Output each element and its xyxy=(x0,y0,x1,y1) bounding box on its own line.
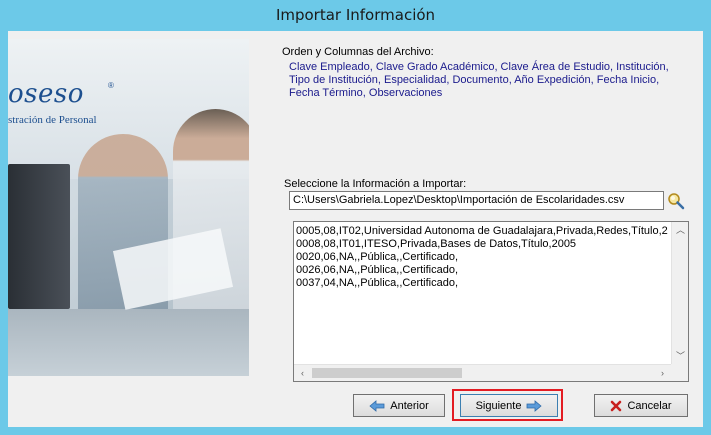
arrow-left-icon xyxy=(369,399,385,412)
next-button[interactable]: Siguiente xyxy=(460,394,558,417)
scroll-down-icon[interactable]: ﹀ xyxy=(672,348,688,365)
brand-logo: oseso xyxy=(8,79,84,109)
scroll-left-icon[interactable]: ‹ xyxy=(294,365,311,381)
preview-lines: 0005,08,IT02,Universidad Autonoma de Gua… xyxy=(296,225,668,365)
preview-textarea[interactable]: 0005,08,IT02,Universidad Autonoma de Gua… xyxy=(293,221,689,382)
branding-image: oseso ® stración de Personal xyxy=(8,39,249,376)
title-bar[interactable]: Importar Información xyxy=(0,0,711,31)
file-select-label: Seleccione la Información a Importar: xyxy=(284,178,467,190)
horizontal-scroll-thumb[interactable] xyxy=(312,368,462,378)
preview-line: 0026,06,NA,,Pública,,Certificado, xyxy=(296,264,459,276)
scroll-up-icon[interactable]: ︿ xyxy=(672,222,688,239)
image-desk xyxy=(8,309,249,376)
magnifier-icon xyxy=(668,193,685,210)
cancel-button-label: Cancelar xyxy=(627,399,672,412)
next-button-label: Siguiente xyxy=(475,399,522,412)
horizontal-scrollbar[interactable]: ‹ › xyxy=(294,364,671,381)
vertical-scrollbar[interactable]: ︿ ﹀ xyxy=(671,222,688,365)
preview-line: 0020,06,NA,,Pública,,Certificado, xyxy=(296,251,459,263)
dialog-body: oseso ® stración de Personal Orden y Col… xyxy=(8,31,703,427)
import-dialog-window: Importar Información oseso ® stración de… xyxy=(0,0,711,435)
registered-mark: ® xyxy=(108,81,114,90)
previous-button[interactable]: Anterior xyxy=(353,394,445,417)
columns-label: Orden y Columnas del Archivo: xyxy=(282,46,434,58)
brand-tagline: stración de Personal xyxy=(8,114,97,126)
scroll-right-icon[interactable]: › xyxy=(654,365,671,381)
preview-line: 0037,04,NA,,Pública,,Certificado, xyxy=(296,277,459,289)
preview-line: 0005,08,IT02,Universidad Autonoma de Gua… xyxy=(296,225,668,237)
file-path-input[interactable]: C:\Users\Gabriela.Lopez\Desktop\Importac… xyxy=(289,191,664,210)
arrow-right-icon xyxy=(527,399,543,412)
close-x-icon xyxy=(611,400,622,411)
scrollbar-corner xyxy=(671,364,688,381)
browse-button[interactable] xyxy=(666,191,686,210)
cancel-button[interactable]: Cancelar xyxy=(594,394,688,417)
preview-line: 0008,08,IT01,ITESO,Privada,Bases de Dato… xyxy=(296,238,577,250)
previous-button-label: Anterior xyxy=(390,399,429,412)
columns-description: Clave Empleado, Clave Grado Académico, C… xyxy=(289,61,669,99)
window-title: Importar Información xyxy=(275,6,436,24)
image-monitor xyxy=(8,164,70,309)
